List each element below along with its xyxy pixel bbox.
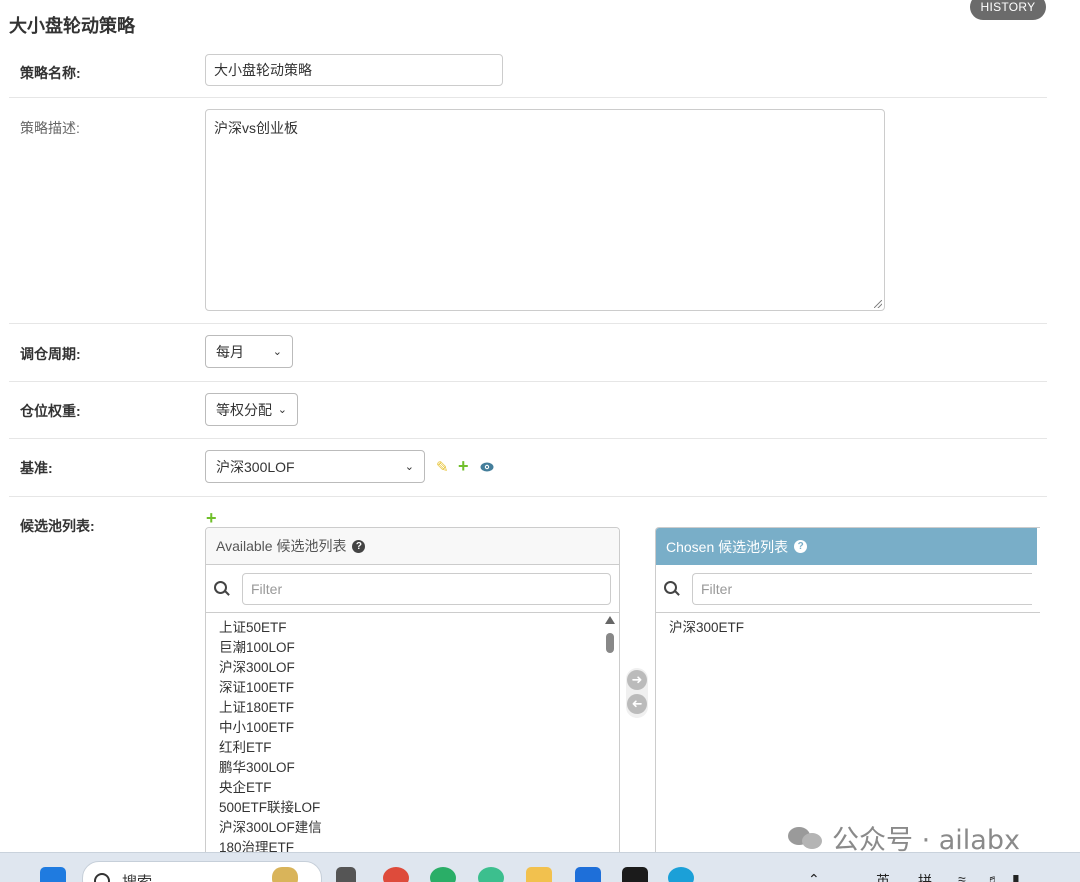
chevron-down-icon: ⌄ [277, 404, 287, 416]
available-list[interactable]: 上证50ETF 巨潮100LOF 沪深300LOF 深证100ETF 上证180ETF 中… [219, 618, 322, 858]
list-item[interactable]: 沪深300LOF建信 [219, 818, 322, 838]
description-label: 策略描述: [20, 120, 80, 136]
weight-label: 仓位权重: [20, 403, 81, 419]
pool-label: 候选池列表: [20, 518, 95, 534]
arrow-app-icon[interactable] [575, 867, 601, 882]
chrome-icon[interactable] [383, 867, 409, 882]
benchmark-value: 沪深300LOF [216, 458, 295, 475]
taskbar: 搜索 ⌃ 英 拼 ≈ ♬ ▮ [0, 852, 1080, 882]
ime-mode[interactable]: 英 [876, 871, 890, 882]
wechat-logo-icon [788, 825, 822, 851]
rebalance-value: 每月 [216, 343, 244, 360]
ime-pinyin[interactable]: 拼 [918, 871, 932, 882]
question-icon[interactable]: ? [794, 540, 808, 553]
wifi-icon[interactable]: ≈ [958, 871, 966, 882]
list-item[interactable]: 沪深300ETF [669, 618, 744, 638]
list-item[interactable]: 中小100ETF [219, 718, 322, 738]
question-icon[interactable]: ? [352, 539, 366, 553]
available-header: Available 候选池列表 ? [206, 528, 619, 565]
wechat-icon[interactable] [430, 867, 456, 882]
divider [9, 97, 1047, 98]
available-title: Available 候选池列表 [216, 538, 347, 554]
search-icon [664, 580, 680, 597]
chosen-list[interactable]: 沪深300ETF [669, 618, 744, 638]
arrow-right-circle-icon[interactable]: ➜ [627, 670, 647, 690]
app-icon[interactable] [478, 867, 504, 882]
history-button[interactable]: HISTORY [970, 0, 1046, 20]
pencil-icon[interactable]: ✎ [436, 458, 449, 476]
available-filter-row: Filter [206, 565, 619, 613]
description-value: 沪深vs创业板 [214, 120, 298, 136]
taskbar-search-text: 搜索 [122, 871, 152, 882]
rebalance-select[interactable]: 每月 ⌄ [205, 335, 293, 368]
divider [9, 496, 1047, 497]
resize-handle-icon[interactable] [874, 300, 882, 308]
chosen-filter-input[interactable]: Filter [692, 572, 1032, 605]
list-item[interactable]: 上证180ETF [219, 698, 322, 718]
plus-icon[interactable]: + [206, 508, 217, 529]
scrollbar[interactable] [605, 616, 615, 866]
move-buttons: ➜ ➜ [626, 668, 648, 718]
available-selector: Available 候选池列表 ? Filter 上证50ETF 巨潮100LOF… [205, 527, 620, 867]
chevron-down-icon: ⌄ [404, 461, 414, 473]
windows-start-icon[interactable] [40, 867, 66, 882]
battery-icon[interactable]: ▮ [1012, 871, 1020, 882]
divider [9, 381, 1047, 382]
rebalance-label: 调仓周期: [20, 346, 81, 362]
pycharm-icon[interactable] [622, 867, 648, 882]
search-icon [214, 580, 230, 597]
folder-icon[interactable] [526, 867, 552, 882]
list-item[interactable]: 上证50ETF [219, 618, 322, 638]
page-title: 大小盘轮动策略 [9, 16, 135, 36]
widget-icon[interactable] [272, 867, 298, 882]
chosen-header: Chosen 候选池列表 ? [656, 528, 1037, 565]
name-label: 策略名称: [20, 65, 81, 81]
eye-icon[interactable] [480, 459, 494, 476]
scroll-thumb[interactable] [606, 633, 614, 653]
list-item[interactable]: 鹏华300LOF [219, 758, 322, 778]
chosen-title: Chosen 候选池列表 [666, 538, 789, 555]
weight-select[interactable]: 等权分配 ⌄ [205, 393, 298, 426]
list-item[interactable]: 巨潮100LOF [219, 638, 322, 658]
filter-placeholder: Filter [701, 580, 733, 597]
task-view-icon[interactable] [336, 867, 356, 882]
list-item[interactable]: 红利ETF [219, 738, 322, 758]
volume-icon[interactable]: ♬ [986, 871, 1000, 882]
divider [9, 438, 1047, 439]
list-item[interactable]: 沪深300LOF [219, 658, 322, 678]
chosen-filter-row: Filter [656, 565, 1040, 613]
chevron-down-icon: ⌄ [272, 346, 282, 358]
benchmark-select[interactable]: 沪深300LOF ⌄ [205, 450, 425, 483]
list-item[interactable]: 深证100ETF [219, 678, 322, 698]
description-textarea[interactable]: 沪深vs创业板 [205, 109, 885, 311]
available-filter-input[interactable]: Filter [242, 572, 611, 605]
chosen-selector: Chosen 候选池列表 ? Filter 沪深300ETF [655, 527, 1040, 867]
name-input[interactable] [205, 54, 503, 86]
scroll-up-icon[interactable] [605, 616, 615, 624]
tray-chevron-icon[interactable]: ⌃ [808, 871, 820, 882]
plus-icon[interactable]: + [458, 456, 469, 477]
benchmark-label: 基准: [20, 460, 53, 476]
divider [9, 323, 1047, 324]
weight-value: 等权分配 [216, 401, 272, 418]
edge-icon[interactable] [668, 867, 694, 882]
filter-placeholder: Filter [251, 580, 283, 597]
list-item[interactable]: 500ETF联接LOF [219, 798, 322, 818]
arrow-left-circle-icon[interactable]: ➜ [627, 694, 647, 714]
list-item[interactable]: 央企ETF [219, 778, 322, 798]
